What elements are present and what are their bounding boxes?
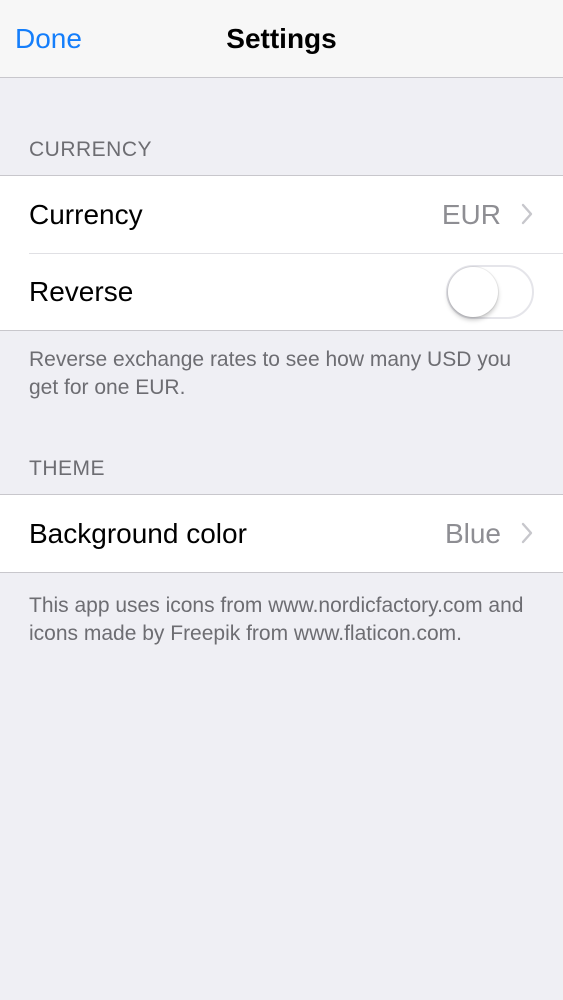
theme-settings-group: Background color Blue (0, 494, 563, 573)
currency-row-label: Currency (29, 199, 143, 230)
reverse-row: Reverse (0, 253, 563, 330)
theme-section-footer: This app uses icons from www.nordicfacto… (29, 594, 524, 645)
reverse-row-label: Reverse (29, 276, 134, 307)
background-color-row-value: Blue (444, 518, 501, 549)
background-color-row-label: Background color (29, 518, 247, 549)
theme-section-header: THEME (29, 457, 105, 480)
reverse-toggle[interactable] (446, 265, 534, 319)
background-color-row[interactable]: Background color Blue (0, 495, 563, 572)
currency-section-footer: Reverse exchange rates to see how many U… (29, 348, 512, 399)
page-title: Settings (226, 23, 337, 54)
currency-row[interactable]: Currency EUR (0, 176, 563, 253)
currency-settings-group: Currency EUR Reverse (0, 175, 563, 331)
chevron-right-icon (521, 203, 533, 225)
currency-row-value: EUR (441, 199, 501, 230)
navigation-bar: Done Settings (0, 0, 563, 78)
chevron-right-icon (521, 522, 533, 544)
currency-section-header: CURRENCY (29, 138, 153, 161)
toggle-knob (448, 267, 498, 317)
